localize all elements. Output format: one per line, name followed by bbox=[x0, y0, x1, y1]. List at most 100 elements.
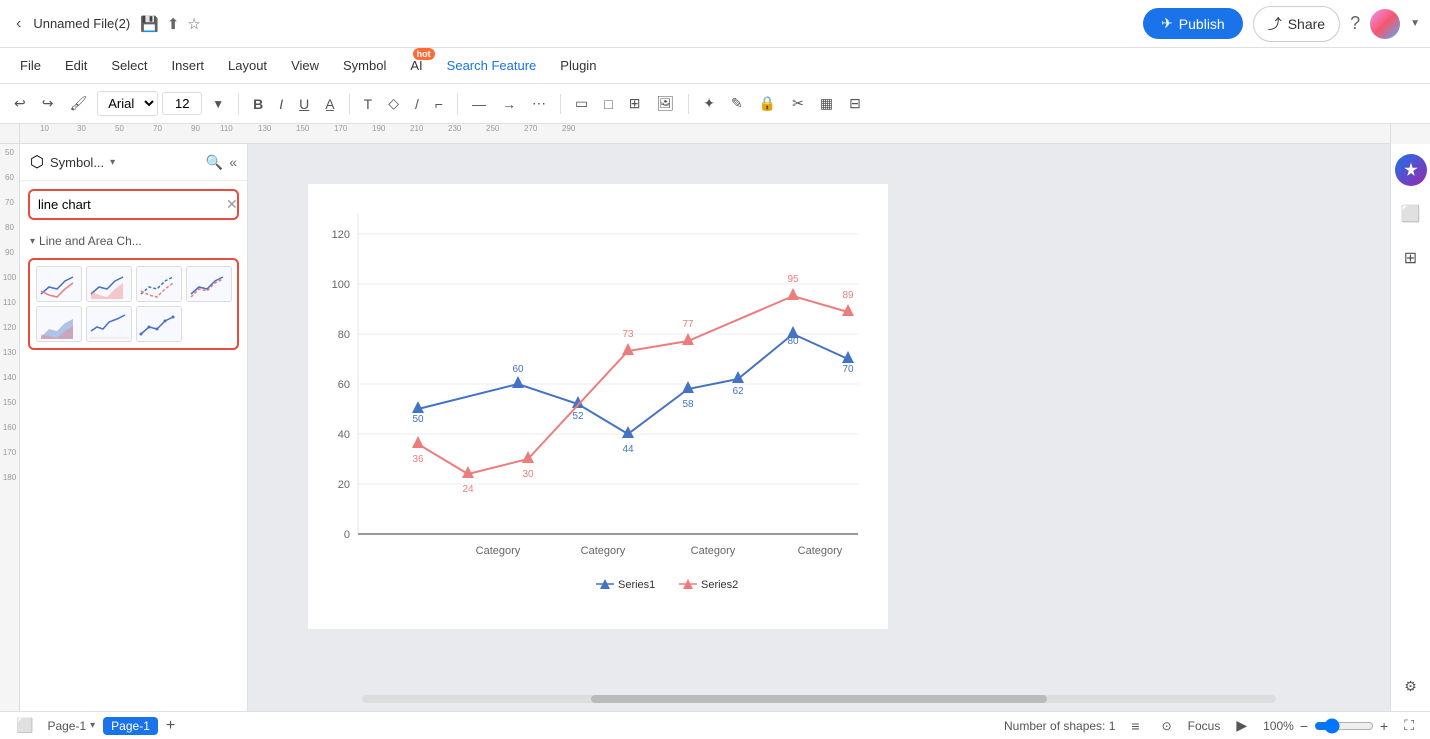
ruler-row: 10 30 50 70 90 110 130 150 170 190 210 2… bbox=[0, 124, 1430, 144]
chart-thumb-2[interactable] bbox=[86, 266, 132, 302]
sidebar-search-button[interactable]: 🔍 bbox=[206, 154, 223, 171]
redo-button[interactable]: ↪ bbox=[36, 91, 60, 116]
svg-text:70: 70 bbox=[842, 364, 854, 375]
menu-file[interactable]: File bbox=[10, 54, 51, 77]
menu-insert[interactable]: Insert bbox=[162, 54, 215, 77]
unlock-button[interactable]: ✂ bbox=[786, 91, 810, 116]
canvas-scroll[interactable]: 0 20 40 60 80 100 120 bbox=[248, 144, 1390, 711]
menu-select[interactable]: Select bbox=[101, 54, 157, 77]
horizontal-scrollbar-track[interactable] bbox=[362, 695, 1276, 703]
svg-text:62: 62 bbox=[732, 386, 744, 397]
toolbar: ↩ ↪ 🖌 Arial ▼ B I U A̲ T ◇ / ⌐ — → ⋯ ▭ □… bbox=[0, 84, 1430, 124]
image-button[interactable]: 🖼 bbox=[650, 91, 680, 116]
edit-button[interactable]: ✎ bbox=[725, 91, 749, 116]
connector-button[interactable]: ⌐ bbox=[429, 92, 449, 116]
current-page-tab[interactable]: Page-1 bbox=[103, 717, 158, 735]
menu-view[interactable]: View bbox=[281, 54, 329, 77]
clear-search-button[interactable]: ✕ bbox=[222, 192, 239, 217]
chart-thumb-3[interactable] bbox=[136, 266, 182, 302]
search-box: ✕ 🔍 bbox=[28, 189, 239, 220]
chart-thumb-4[interactable] bbox=[186, 266, 232, 302]
sparkle-button[interactable]: ✦ bbox=[697, 91, 721, 116]
menu-edit[interactable]: Edit bbox=[55, 54, 97, 77]
line-style-button[interactable]: — bbox=[466, 92, 492, 116]
table-button[interactable]: ▦ bbox=[814, 91, 839, 116]
page-view-button[interactable]: ⬜ bbox=[10, 713, 39, 738]
italic-button[interactable]: I bbox=[273, 92, 289, 116]
statusbar-right: Number of shapes: 1 ≡ ⊙ Focus ▶ 100% − +… bbox=[1004, 713, 1420, 738]
font-size-down[interactable]: ▼ bbox=[206, 93, 230, 115]
menu-search-feature[interactable]: Search Feature bbox=[437, 54, 547, 77]
settings-button[interactable]: ⊟ bbox=[843, 91, 867, 116]
svg-text:44: 44 bbox=[622, 444, 634, 455]
zoom-in-button[interactable]: + bbox=[1380, 718, 1388, 734]
right-panel-grid-button[interactable]: ⊞ bbox=[1398, 242, 1423, 274]
svg-text:Series2: Series2 bbox=[701, 579, 738, 591]
font-selector[interactable]: Arial bbox=[97, 91, 158, 116]
search-input[interactable] bbox=[30, 191, 222, 218]
menu-ai[interactable]: AI hot bbox=[400, 54, 432, 77]
star-icon[interactable]: ☆ bbox=[187, 15, 200, 33]
shapes-count: Number of shapes: 1 bbox=[1004, 719, 1115, 733]
bold-button[interactable]: B bbox=[247, 92, 269, 116]
chart-thumb-1[interactable] bbox=[36, 266, 82, 302]
right-panel-page-button[interactable]: ⬜ bbox=[1395, 198, 1427, 230]
chart-thumb-7[interactable] bbox=[136, 306, 182, 342]
zoom-slider[interactable] bbox=[1314, 718, 1374, 734]
toolbar-divider-2 bbox=[349, 94, 350, 114]
zoom-level: 100% bbox=[1263, 719, 1294, 733]
underline-button[interactable]: U bbox=[293, 92, 315, 116]
sidebar-collapse-button[interactable]: « bbox=[229, 154, 237, 171]
container-button[interactable]: ▭ bbox=[569, 91, 594, 116]
lock-button[interactable]: 🔒 bbox=[753, 91, 782, 116]
export-icon[interactable]: ⬆ bbox=[167, 15, 180, 33]
back-button[interactable]: ‹ bbox=[10, 11, 27, 37]
share-button[interactable]: ⤴ Share bbox=[1253, 6, 1340, 42]
play-button[interactable]: ▶ bbox=[1230, 713, 1253, 738]
fullscreen-button[interactable]: ⛶ bbox=[1398, 713, 1420, 738]
section-header[interactable]: ▾ Line and Area Ch... bbox=[20, 228, 247, 254]
chart-thumb-5[interactable] bbox=[36, 306, 82, 342]
svg-text:20: 20 bbox=[338, 479, 350, 491]
crop-button[interactable]: ⊞ bbox=[623, 91, 647, 116]
callout-button[interactable]: □ bbox=[598, 92, 618, 116]
svg-text:Category: Category bbox=[691, 545, 736, 557]
font-size-input[interactable] bbox=[162, 92, 202, 115]
horizontal-scrollbar-thumb[interactable] bbox=[591, 695, 1048, 703]
zoom-out-button[interactable]: − bbox=[1300, 718, 1308, 734]
line-chart-svg: 0 20 40 60 80 100 120 bbox=[318, 194, 878, 614]
menu-layout[interactable]: Layout bbox=[218, 54, 277, 77]
svg-text:58: 58 bbox=[682, 399, 694, 410]
statusbar-left: ⬜ Page-1 ▾ Page-1 + bbox=[10, 713, 175, 738]
svg-text:40: 40 bbox=[338, 429, 350, 441]
menu-plugin[interactable]: Plugin bbox=[550, 54, 606, 77]
chart-thumb-6[interactable] bbox=[86, 306, 132, 342]
toolbar-divider-3 bbox=[457, 94, 458, 114]
line-end-button[interactable]: ⋯ bbox=[526, 91, 552, 116]
shape-button[interactable]: ◇ bbox=[382, 91, 405, 116]
layers-button[interactable]: ≡ bbox=[1125, 714, 1145, 738]
line-button[interactable]: / bbox=[409, 92, 425, 116]
avatar[interactable] bbox=[1370, 9, 1400, 39]
topbar: ‹ Unnamed File(2) 💾 ⬆ ☆ ✈ Publish ⤴ Shar… bbox=[0, 0, 1430, 48]
publish-button[interactable]: ✈ Publish bbox=[1143, 8, 1243, 39]
undo-button[interactable]: ↩ bbox=[8, 91, 32, 116]
save-icon[interactable]: 💾 bbox=[140, 15, 159, 33]
format-paint-button[interactable]: 🖌 bbox=[63, 91, 93, 116]
add-page-button[interactable]: + bbox=[166, 717, 175, 735]
svg-text:24: 24 bbox=[462, 484, 474, 495]
help-icon[interactable]: ? bbox=[1350, 13, 1360, 34]
copilot-icon[interactable] bbox=[1395, 154, 1427, 186]
focus-toggle[interactable]: ⊙ bbox=[1156, 715, 1178, 737]
arrow-style-button[interactable]: → bbox=[496, 92, 522, 116]
menubar: File Edit Select Insert Layout View Symb… bbox=[0, 48, 1430, 84]
right-panel-settings-button[interactable]: ⚙ bbox=[1398, 672, 1423, 701]
text-button[interactable]: T bbox=[358, 92, 379, 116]
sidebar-header: ⬡ Symbol... ▾ 🔍 « bbox=[20, 144, 247, 181]
page-dropdown[interactable]: ▾ bbox=[90, 720, 95, 731]
page-selector[interactable]: Page-1 ▾ bbox=[47, 719, 95, 733]
font-color-button[interactable]: A̲ bbox=[319, 92, 340, 116]
account-chevron[interactable]: ▼ bbox=[1410, 18, 1420, 29]
sidebar-chevron[interactable]: ▾ bbox=[110, 157, 115, 168]
menu-symbol[interactable]: Symbol bbox=[333, 54, 396, 77]
